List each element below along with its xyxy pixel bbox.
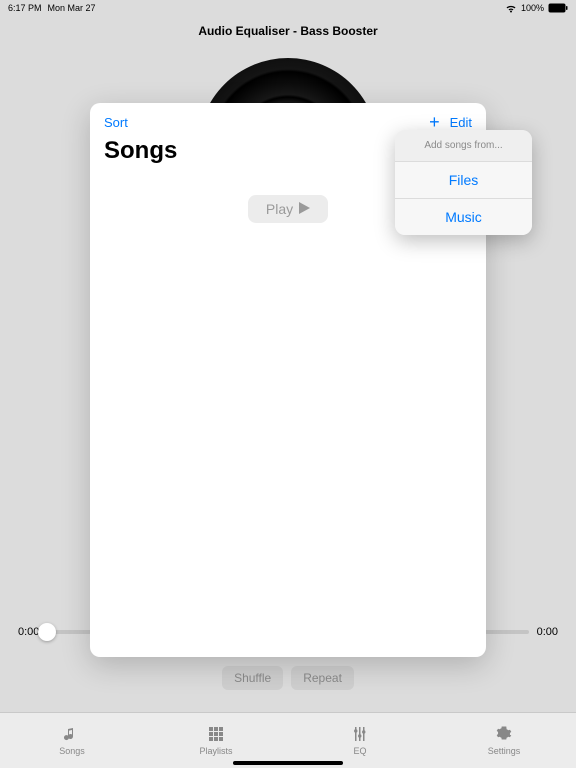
- tab-label: EQ: [353, 746, 366, 756]
- tab-label: Settings: [488, 746, 521, 756]
- music-note-icon: [64, 726, 80, 744]
- shuffle-button[interactable]: Shuffle: [222, 666, 283, 690]
- tab-label: Playlists: [199, 746, 232, 756]
- grid-icon: [208, 726, 224, 744]
- tab-eq[interactable]: EQ: [288, 713, 432, 768]
- tab-label: Songs: [59, 746, 85, 756]
- status-time: 6:17 PM: [8, 3, 42, 13]
- sort-button[interactable]: Sort: [104, 115, 128, 130]
- sliders-icon: [352, 726, 368, 744]
- app-title: Audio Equaliser - Bass Booster: [0, 24, 576, 38]
- repeat-button[interactable]: Repeat: [291, 666, 354, 690]
- edit-button[interactable]: Edit: [450, 115, 472, 130]
- battery-icon: [548, 3, 568, 13]
- add-icon[interactable]: +: [429, 113, 440, 131]
- home-indicator: [233, 761, 343, 765]
- progress-thumb[interactable]: [38, 623, 56, 641]
- play-icon: [299, 201, 310, 217]
- popover-title: Add songs from...: [395, 130, 532, 162]
- progress-start: 0:00: [18, 626, 39, 638]
- tab-playlists[interactable]: Playlists: [144, 713, 288, 768]
- battery-percent: 100%: [521, 3, 544, 13]
- status-bar: 6:17 PM Mon Mar 27 100%: [0, 0, 576, 16]
- tab-songs[interactable]: Songs: [0, 713, 144, 768]
- popover-item-files[interactable]: Files: [395, 162, 532, 199]
- tab-bar: Songs Playlists EQ Settings: [0, 712, 576, 768]
- play-button[interactable]: Play: [248, 195, 328, 223]
- add-songs-popover: Add songs from... Files Music: [395, 130, 532, 235]
- tab-settings[interactable]: Settings: [432, 713, 576, 768]
- status-date: Mon Mar 27: [48, 3, 96, 13]
- play-label: Play: [266, 201, 293, 217]
- progress-end: 0:00: [537, 626, 558, 638]
- popover-item-music[interactable]: Music: [395, 199, 532, 235]
- wifi-icon: [505, 4, 517, 13]
- gear-icon: [496, 726, 512, 744]
